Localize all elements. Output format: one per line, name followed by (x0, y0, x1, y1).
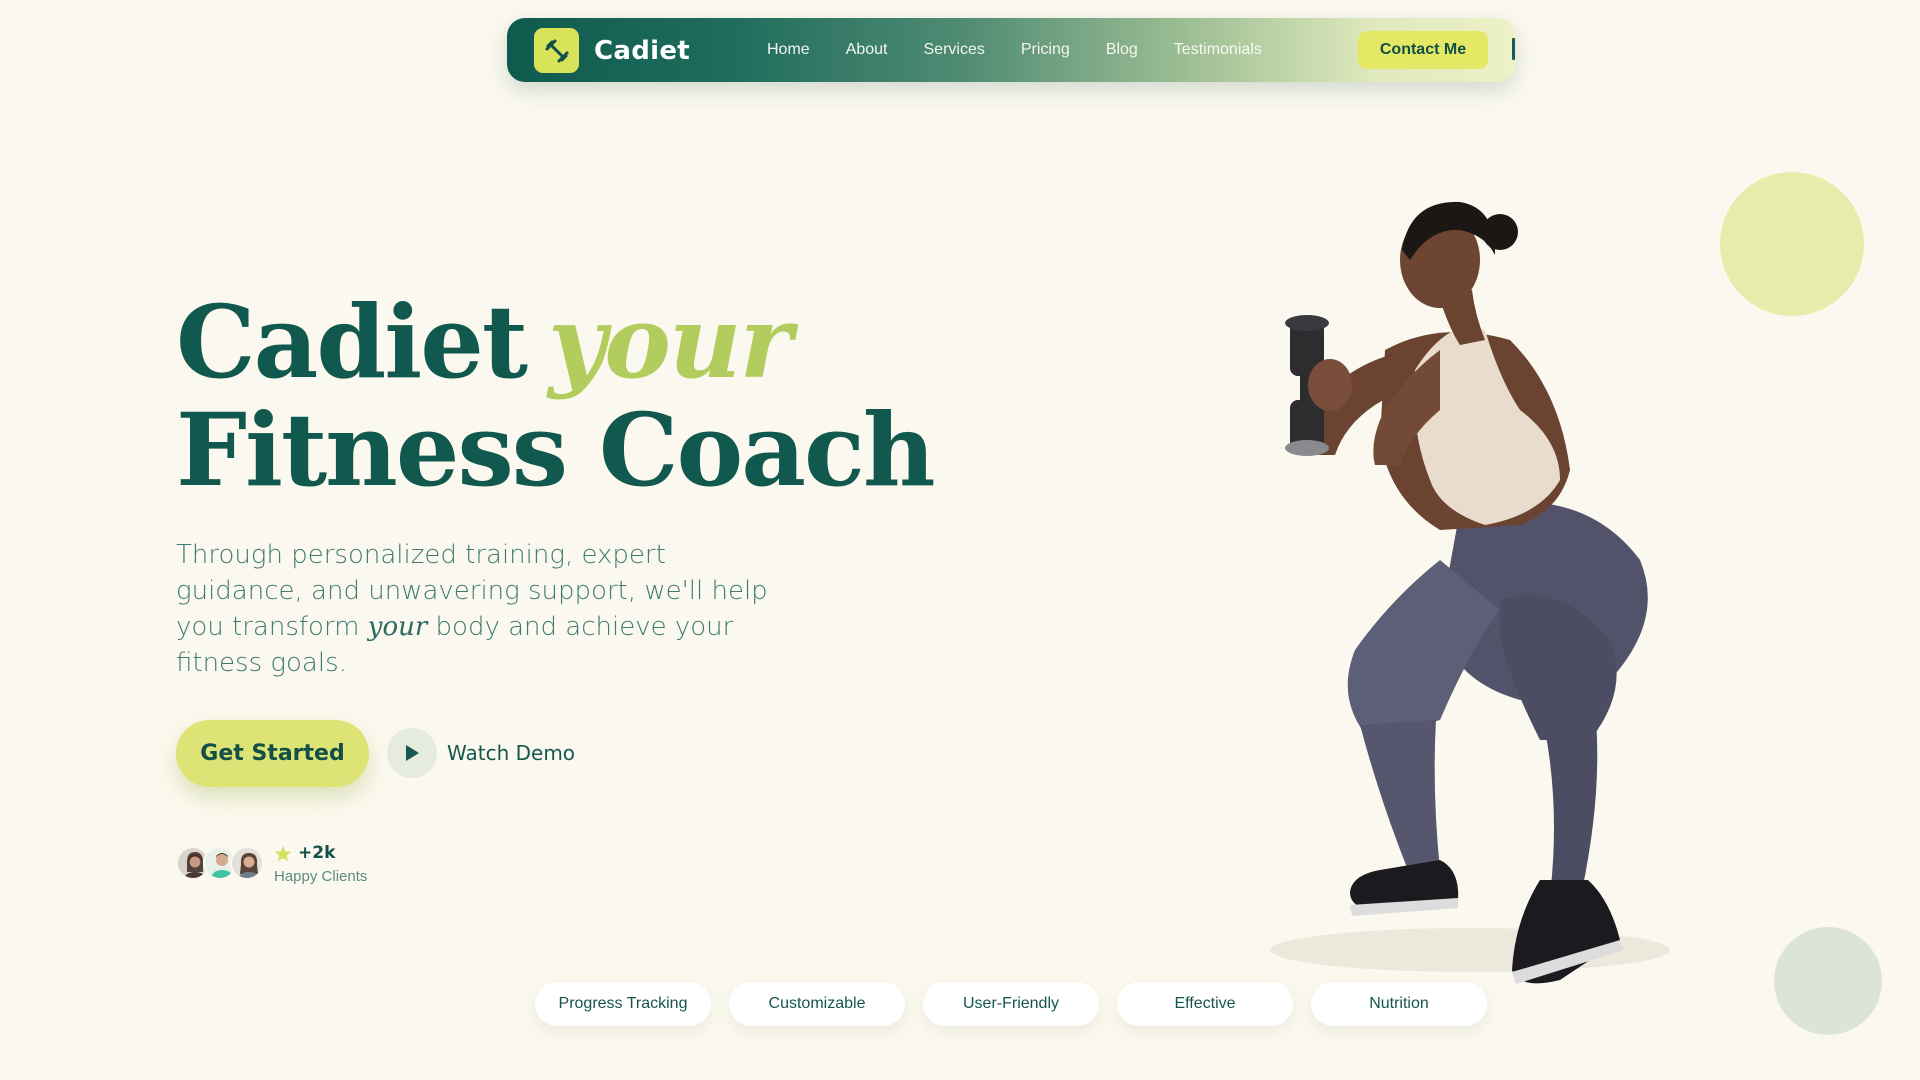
dumbbell-icon (534, 28, 579, 73)
tag-customizable[interactable]: Customizable (729, 982, 905, 1026)
nav-link-blog[interactable]: Blog (1106, 41, 1138, 59)
hero-title-accent: your (548, 283, 792, 401)
clients-label: Happy Clients (274, 868, 368, 885)
tag-user-friendly[interactable]: User-Friendly (923, 982, 1099, 1026)
hero-title-line2: Fitness Coach (176, 391, 936, 509)
hero-title-brand: Cadiet (176, 283, 528, 401)
tag-progress-tracking[interactable]: Progress Tracking (535, 982, 711, 1026)
play-icon (387, 728, 437, 778)
decor-circle-mint (1774, 927, 1882, 1035)
clients-count-value: +2k (298, 843, 336, 863)
nav-link-pricing[interactable]: Pricing (1021, 41, 1070, 59)
athlete-image (1270, 201, 1670, 984)
watch-demo-button[interactable]: Watch Demo (387, 728, 575, 778)
nav-link-testimonials[interactable]: Testimonials (1174, 41, 1262, 59)
brand[interactable]: Cadiet (534, 28, 690, 73)
nav-link-services[interactable]: Services (924, 41, 985, 59)
contact-me-button[interactable]: Contact Me (1358, 31, 1488, 69)
brand-name: Cadiet (594, 35, 691, 66)
clients-count: +2k (274, 843, 335, 863)
navbar-divider (1512, 38, 1515, 60)
nav-link-home[interactable]: Home (767, 41, 810, 59)
hero-title: Cadiet your Fitness Coach (176, 288, 936, 504)
nav-links: Home About Services Pricing Blog Testimo… (767, 18, 1298, 82)
navbar: Cadiet Home About Services Pricing Blog … (507, 18, 1515, 82)
watch-demo-label: Watch Demo (447, 741, 576, 765)
decor-circle-yellow (1720, 172, 1864, 316)
hero-desc-italic: your (367, 612, 428, 642)
hero-description: Through personalized training, expert gu… (176, 537, 776, 681)
nav-link-about[interactable]: About (846, 41, 888, 59)
landing-page: Cadiet Home About Services Pricing Blog … (0, 0, 1920, 1080)
avatar (230, 846, 264, 880)
get-started-button[interactable]: Get Started (176, 720, 369, 787)
star-icon (274, 845, 292, 861)
